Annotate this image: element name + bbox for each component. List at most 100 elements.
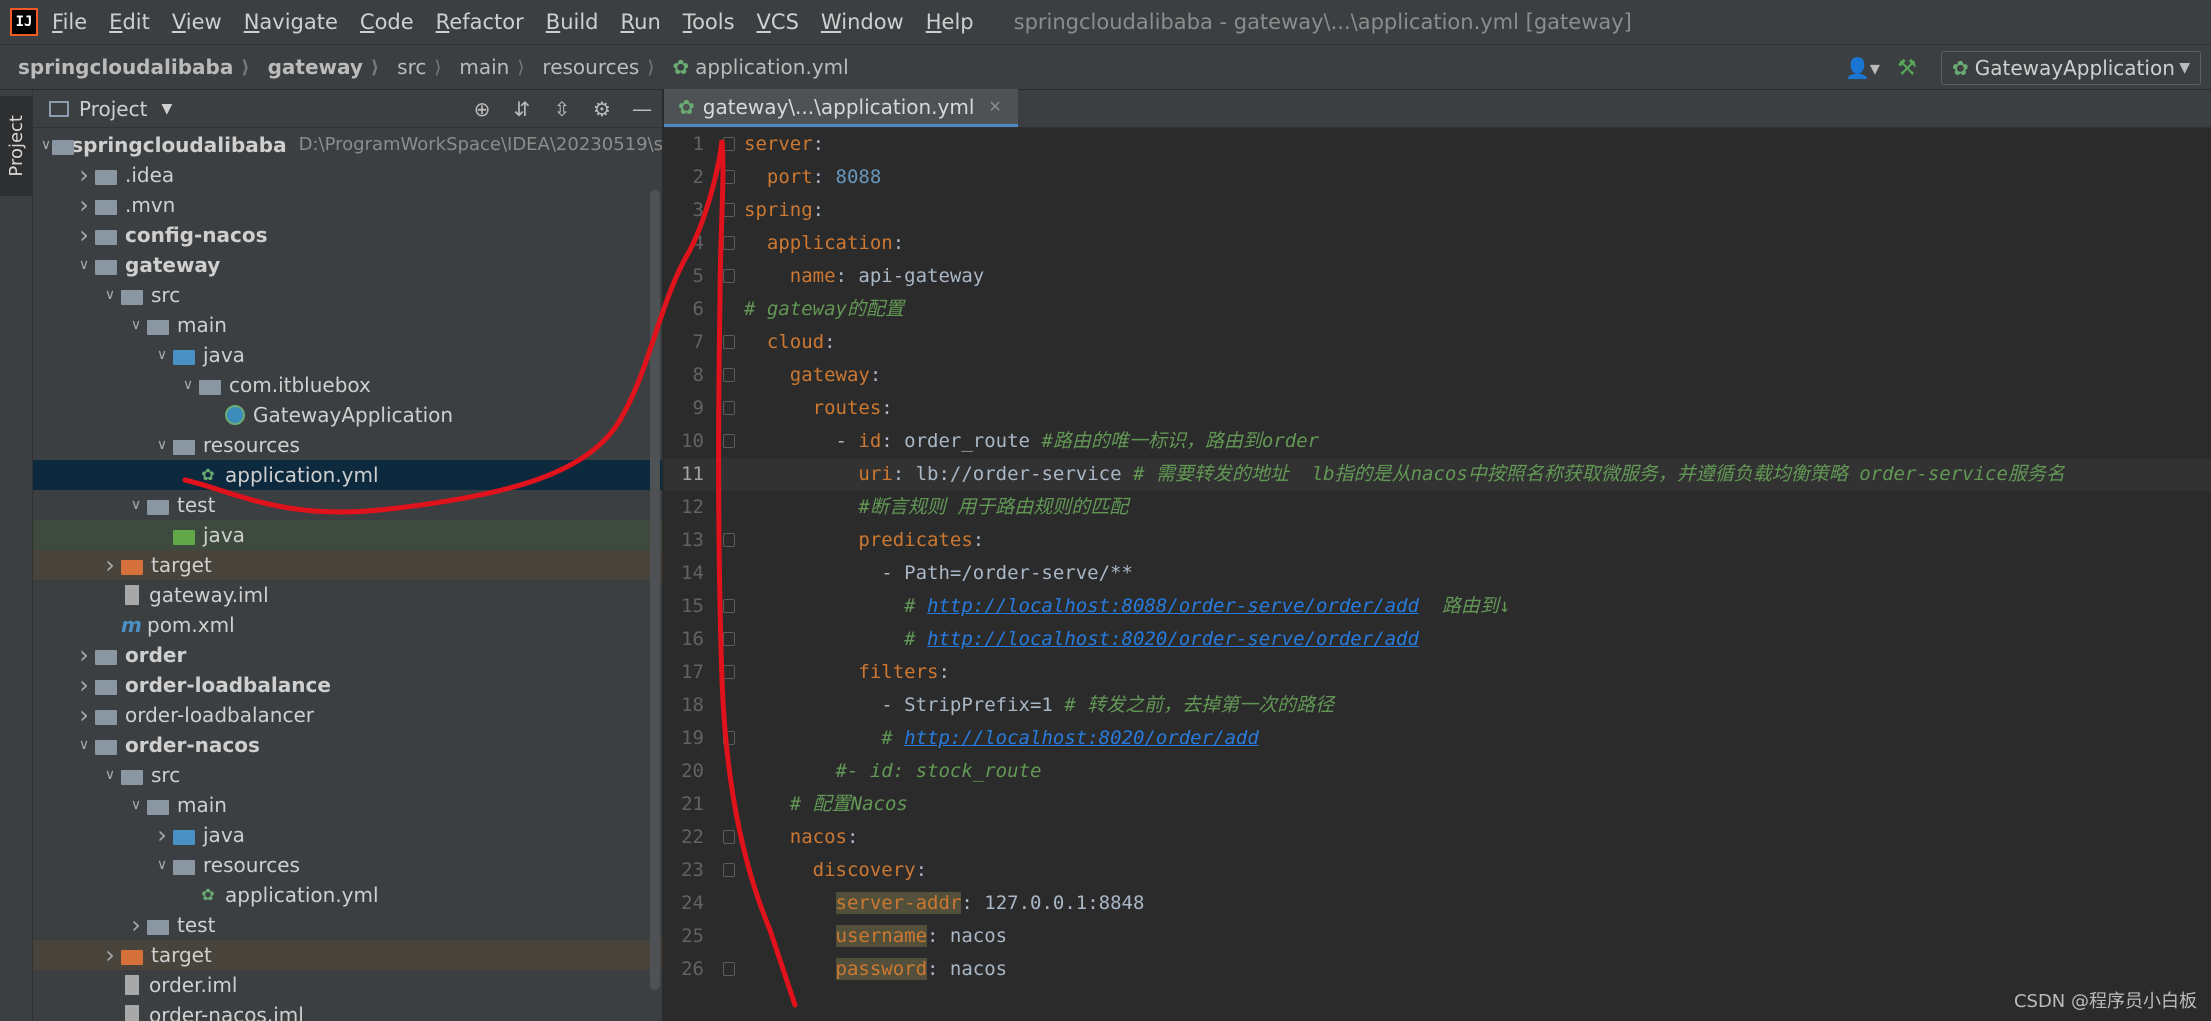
code-line[interactable]: 10 - id: order_route #路由的唯一标识，路由到order	[664, 425, 2211, 458]
tree-item[interactable]: gateway.iml	[33, 580, 662, 610]
code-line[interactable]: 9 routes:	[664, 392, 2211, 425]
menu-item-view[interactable]: View	[172, 10, 222, 34]
tree-item[interactable]: ∨ order-nacos	[33, 730, 662, 760]
tree-item[interactable]: ∨ test	[33, 490, 662, 520]
menu-item-help[interactable]: Help	[926, 10, 974, 34]
fold-marker-icon[interactable]	[723, 731, 735, 745]
chevron-down-icon[interactable]: ∨	[125, 790, 147, 820]
fold-marker-icon[interactable]	[723, 401, 735, 415]
fold-marker-icon[interactable]	[723, 665, 735, 679]
chevron-down-icon[interactable]: ∨	[99, 760, 121, 790]
fold-marker-icon[interactable]	[723, 335, 735, 349]
code-line[interactable]: 3 spring:	[664, 194, 2211, 227]
fold-marker-icon[interactable]	[723, 236, 735, 250]
fold-marker-icon[interactable]	[723, 962, 735, 976]
tree-item[interactable]: ∨ resources	[33, 850, 662, 880]
breadcrumb-item[interactable]: gateway ⟩	[268, 55, 380, 79]
breadcrumb-item[interactable]: src ⟩	[397, 55, 441, 79]
code-line[interactable]: 7 cloud:	[664, 326, 2211, 359]
fold-marker-icon[interactable]	[723, 269, 735, 283]
chevron-down-icon[interactable]: ▼	[161, 101, 172, 117]
chevron-down-icon[interactable]: ∨	[125, 490, 147, 520]
hammer-icon[interactable]: ⚒	[1897, 54, 1925, 82]
menu-item-vcs[interactable]: VCS	[757, 10, 799, 34]
code-line[interactable]: 11 uri: lb://order-service # 需要转发的地址 lb指…	[664, 458, 2211, 491]
code-line[interactable]: 22 nacos:	[664, 821, 2211, 854]
fold-marker-icon[interactable]	[723, 170, 735, 184]
chevron-right-icon[interactable]: ›	[73, 640, 95, 670]
code-line[interactable]: 2 port: 8088	[664, 161, 2211, 194]
tree-item[interactable]: ∨ resources	[33, 430, 662, 460]
menu-item-code[interactable]: Code	[360, 10, 414, 34]
code-line[interactable]: 20 #- id: stock_route	[664, 755, 2211, 788]
code-line[interactable]: 26 password: nacos	[664, 953, 2211, 986]
code-line[interactable]: 24 server-addr: 127.0.0.1:8848	[664, 887, 2211, 920]
fold-marker-icon[interactable]	[723, 137, 735, 151]
fold-marker-icon[interactable]	[723, 632, 735, 646]
code-token-url[interactable]: http://localhost:8020/order-serve/order/…	[927, 628, 1419, 650]
chevron-down-icon[interactable]: ∨	[151, 340, 173, 370]
chevron-down-icon[interactable]: ∨	[73, 730, 95, 760]
chevron-down-icon[interactable]: ∨	[151, 430, 173, 460]
tree-item[interactable]: ∨ java	[33, 340, 662, 370]
tree-item[interactable]: ✿ application.yml	[33, 460, 662, 490]
tree-item[interactable]: › config-nacos	[33, 220, 662, 250]
code-line[interactable]: 6 # gateway的配置	[664, 293, 2211, 326]
chevron-down-icon[interactable]: ∨	[73, 250, 95, 280]
tree-item[interactable]: GatewayApplication	[33, 400, 662, 430]
tree-item[interactable]: › target	[33, 550, 662, 580]
chevron-right-icon[interactable]: ›	[99, 940, 121, 970]
tree-item[interactable]: m pom.xml	[33, 610, 662, 640]
tree-item[interactable]: › order-loadbalance	[33, 670, 662, 700]
code-line[interactable]: 25 username: nacos	[664, 920, 2211, 953]
fold-marker-icon[interactable]	[723, 203, 735, 217]
chevron-right-icon[interactable]: ›	[125, 910, 147, 940]
code-token-url[interactable]: http://localhost:8088/order-serve/order/…	[927, 595, 1419, 617]
fold-marker-icon[interactable]	[723, 533, 735, 547]
project-panel-title[interactable]: Project	[79, 97, 147, 121]
tree-item[interactable]: ✿ application.yml	[33, 880, 662, 910]
menu-item-build[interactable]: Build	[546, 10, 599, 34]
code-line[interactable]: 16 # http://localhost:8020/order-serve/o…	[664, 623, 2211, 656]
chevron-down-icon[interactable]: ∨	[40, 130, 51, 160]
code-line[interactable]: 1 server:	[664, 128, 2211, 161]
chevron-down-icon[interactable]: ∨	[125, 310, 147, 340]
menu-item-refactor[interactable]: Refactor	[436, 10, 524, 34]
tree-item[interactable]: › order	[33, 640, 662, 670]
run-configuration-select[interactable]: ✿ GatewayApplication ▼	[1941, 51, 2201, 85]
intellij-logo-icon[interactable]: IJ	[10, 8, 38, 36]
chevron-right-icon[interactable]: ›	[73, 700, 95, 730]
tree-item[interactable]: › .idea	[33, 160, 662, 190]
code-line[interactable]: 8 gateway:	[664, 359, 2211, 392]
menu-item-navigate[interactable]: Navigate	[244, 10, 338, 34]
user-icon[interactable]: 👤▾	[1845, 54, 1881, 82]
code-line[interactable]: 15 # http://localhost:8088/order-serve/o…	[664, 590, 2211, 623]
gear-icon[interactable]: ⚙	[582, 97, 622, 121]
fold-marker-icon[interactable]	[723, 368, 735, 382]
tree-item[interactable]: › test	[33, 910, 662, 940]
fold-marker-icon[interactable]	[723, 863, 735, 877]
menu-item-tools[interactable]: Tools	[683, 10, 735, 34]
chevron-right-icon[interactable]: ›	[151, 820, 173, 850]
close-icon[interactable]: ✕	[988, 97, 1001, 116]
minimize-icon[interactable]: —	[622, 97, 662, 121]
fold-marker-icon[interactable]	[723, 434, 735, 448]
tree-item[interactable]: › target	[33, 940, 662, 970]
chevron-right-icon[interactable]: ›	[73, 220, 95, 250]
code-token-url[interactable]: http://localhost:8020/order/add	[904, 727, 1259, 749]
tree-item[interactable]: ∨ src	[33, 760, 662, 790]
tree-item[interactable]: › java	[33, 820, 662, 850]
fold-marker-icon[interactable]	[723, 599, 735, 613]
code-line[interactable]: 14 - Path=/order-serve/**	[664, 557, 2211, 590]
tree-item[interactable]: order.iml	[33, 970, 662, 1000]
locate-icon[interactable]: ⊕	[462, 97, 502, 121]
code-line[interactable]: 13 predicates:	[664, 524, 2211, 557]
chevron-right-icon[interactable]: ›	[73, 190, 95, 220]
code-line[interactable]: 21 # 配置Nacos	[664, 788, 2211, 821]
tree-item[interactable]: java	[33, 520, 662, 550]
project-scrollbar[interactable]	[650, 190, 660, 990]
code-line[interactable]: 17 filters:	[664, 656, 2211, 689]
tree-item[interactable]: ∨ src	[33, 280, 662, 310]
code-line[interactable]: 19 # http://localhost:8020/order/add	[664, 722, 2211, 755]
chevron-down-icon[interactable]: ∨	[99, 280, 121, 310]
